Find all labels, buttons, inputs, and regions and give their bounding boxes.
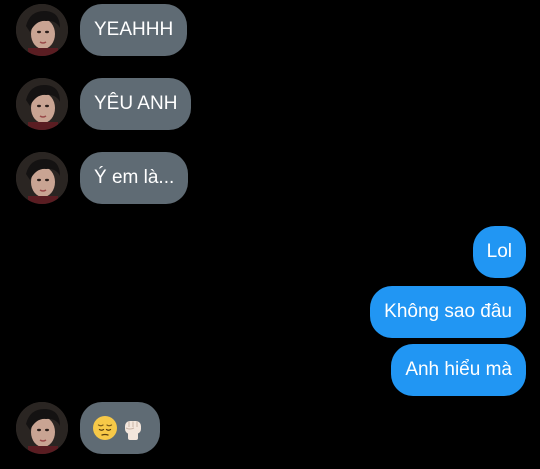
message-text: Không sao đâu — [384, 301, 512, 322]
avatar-portrait-icon — [16, 402, 68, 454]
message-row-incoming: YEAHHH — [0, 4, 540, 56]
message-text: Anh hiểu mà — [405, 359, 512, 380]
avatar-portrait-icon — [16, 4, 68, 56]
message-text: YÊU ANH — [94, 93, 178, 114]
message-bubble-outgoing[interactable]: Không sao đâu — [370, 286, 526, 338]
message-row-incoming: Ý em là... — [0, 152, 540, 204]
message-row-incoming: YÊU ANH — [0, 78, 540, 130]
message-bubble-outgoing[interactable]: Anh hiểu mà — [391, 344, 526, 396]
message-row-outgoing: Không sao đâu — [0, 286, 540, 338]
message-text: YEAHHH — [94, 19, 174, 40]
message-bubble-incoming[interactable]: Ý em là... — [80, 152, 189, 204]
message-bubble-outgoing[interactable]: Lol — [472, 226, 526, 278]
raised-fist-emoji-icon — [120, 415, 146, 441]
message-row-incoming — [0, 402, 540, 454]
avatar[interactable] — [16, 78, 68, 130]
avatar-portrait-icon — [16, 152, 68, 204]
pensive-face-emoji-icon — [92, 415, 118, 441]
avatar[interactable] — [16, 152, 68, 204]
avatar[interactable] — [16, 402, 68, 454]
message-bubble-incoming[interactable]: YEAHHH — [80, 4, 188, 56]
message-row-outgoing: Anh hiểu mà — [0, 344, 540, 396]
avatar[interactable] — [16, 4, 68, 56]
message-text: Lol — [486, 241, 512, 262]
message-text: Ý em là... — [94, 167, 175, 188]
avatar-portrait-icon — [16, 78, 68, 130]
message-bubble-incoming[interactable] — [80, 402, 160, 454]
message-bubble-incoming[interactable]: YÊU ANH — [80, 78, 192, 130]
message-row-outgoing: Lol — [0, 226, 540, 278]
